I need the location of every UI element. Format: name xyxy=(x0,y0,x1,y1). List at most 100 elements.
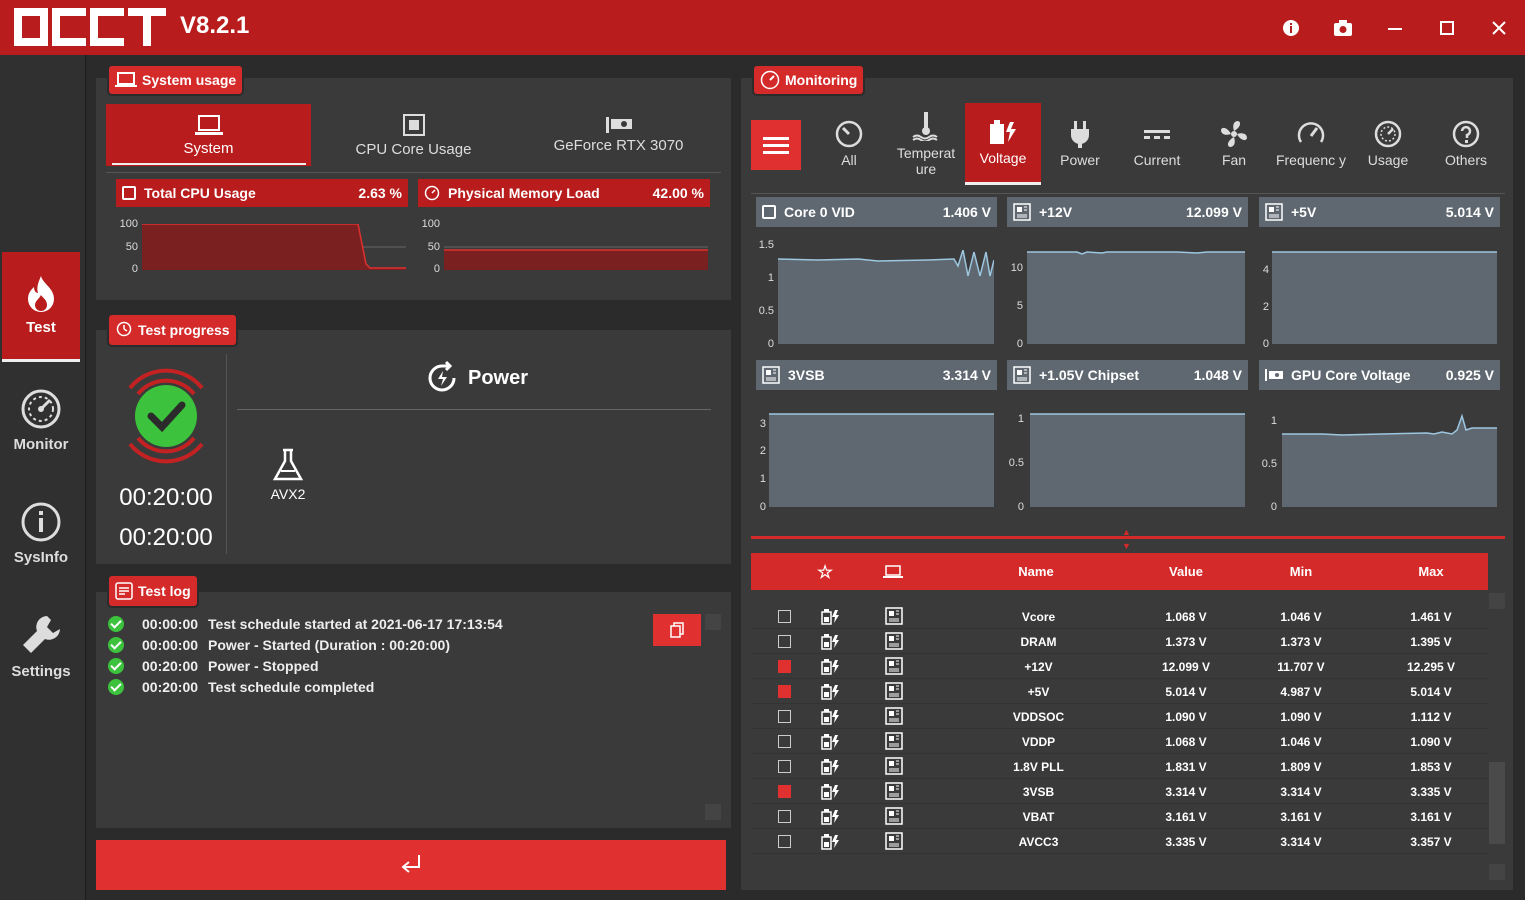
motherboard-icon xyxy=(1013,366,1031,384)
laptop-icon xyxy=(115,72,137,87)
table-row[interactable]: VBAT 3.161 V 3.161 V 3.161 V xyxy=(751,804,1488,829)
gauge-icon xyxy=(21,389,61,428)
sidebar-item-monitor[interactable]: Monitor xyxy=(2,365,80,475)
tab-label: Usage xyxy=(1367,151,1409,168)
tab-voltage[interactable]: Voltage xyxy=(965,103,1041,185)
table-row[interactable]: 3VSB 3.314 V 3.314 V 3.335 V xyxy=(751,779,1488,804)
divider xyxy=(751,193,1505,194)
timer-icon xyxy=(116,321,132,337)
battery-bolt-icon xyxy=(821,659,839,675)
gauge-icon xyxy=(760,70,780,90)
tab-frequency[interactable]: Frequenc y xyxy=(1273,103,1349,185)
scroll-down-button[interactable] xyxy=(1489,864,1505,880)
hamburger-menu-button[interactable] xyxy=(751,120,801,170)
sensor-max: 1.090 V xyxy=(1410,735,1452,749)
table-row[interactable]: VDDP 1.068 V 1.046 V 1.090 V xyxy=(751,729,1488,754)
row-checkbox[interactable] xyxy=(778,660,791,673)
scrollbar-thumb[interactable] xyxy=(1489,762,1505,844)
axis-tick: 0.5 xyxy=(1261,458,1277,470)
row-checkbox[interactable] xyxy=(778,685,791,698)
table-row[interactable]: AVCC3 3.335 V 3.314 V 3.357 V xyxy=(751,829,1488,854)
gauge-icon xyxy=(835,120,863,148)
row-checkbox[interactable] xyxy=(778,810,791,823)
tab-cpu-core-usage[interactable]: CPU Core Usage xyxy=(311,104,516,166)
scroll-up-button[interactable] xyxy=(1489,593,1505,609)
close-icon[interactable] xyxy=(1487,16,1511,40)
motherboard-icon xyxy=(885,757,903,775)
tab-others[interactable]: Others xyxy=(1428,103,1504,185)
row-checkbox[interactable] xyxy=(778,710,791,723)
table-row[interactable]: +12V 12.099 V 11.707 V 12.295 V xyxy=(751,654,1488,679)
plug-icon xyxy=(1071,120,1089,148)
column-name[interactable]: Name xyxy=(991,564,1081,579)
row-checkbox[interactable] xyxy=(778,610,791,623)
axis-tick: 0 xyxy=(1017,501,1024,513)
sensor-value: 3.314 V xyxy=(1165,785,1207,799)
column-max[interactable]: Max xyxy=(1386,564,1476,579)
tab-gpu[interactable]: GeForce RTX 3070 xyxy=(516,104,721,166)
test-log-tag: Test log xyxy=(109,576,197,606)
copy-log-button[interactable] xyxy=(653,614,701,646)
tab-label: Frequenc y xyxy=(1275,151,1347,168)
table-row[interactable]: 1.8V PLL 1.831 V 1.809 V 1.853 V xyxy=(751,754,1488,779)
info-icon[interactable] xyxy=(1279,16,1303,40)
sensor-min: 1.809 V xyxy=(1280,760,1322,774)
axis-tick: 0.5 xyxy=(758,305,774,317)
column-min[interactable]: Min xyxy=(1256,564,1346,579)
tab-label: System xyxy=(183,139,234,157)
motherboard-icon xyxy=(1013,203,1031,221)
battery-bolt-icon xyxy=(821,784,839,800)
sensor-value: 3.161 V xyxy=(1165,810,1207,824)
column-value[interactable]: Value xyxy=(1141,564,1231,579)
tab-system[interactable]: System xyxy=(106,104,311,166)
axis-tick: 0 xyxy=(131,263,138,275)
plus12v-chart xyxy=(1027,251,1245,344)
cpu-icon xyxy=(122,186,136,200)
row-checkbox[interactable] xyxy=(778,760,791,773)
system-usage-tag: System usage xyxy=(109,66,243,94)
battery-bolt-icon xyxy=(821,834,839,850)
row-checkbox[interactable] xyxy=(778,635,791,648)
sensor-max: 12.295 V xyxy=(1406,660,1456,674)
sidebar-item-settings[interactable]: Settings xyxy=(2,591,80,701)
scroll-up-button[interactable] xyxy=(705,614,721,630)
table-row[interactable]: Vcore 1.068 V 1.046 V 1.461 V xyxy=(751,604,1488,629)
row-checkbox[interactable] xyxy=(778,735,791,748)
tab-temperature[interactable]: Temperat ure xyxy=(888,103,964,185)
table-row[interactable]: DRAM 1.373 V 1.373 V 1.395 V xyxy=(751,629,1488,654)
tab-power[interactable]: Power xyxy=(1042,103,1118,185)
axis-tick: 1 xyxy=(767,272,774,284)
row-checkbox[interactable] xyxy=(778,785,791,798)
enter-arrow-icon xyxy=(401,855,420,873)
motherboard-icon xyxy=(885,732,903,750)
sensor-min: 4.987 V xyxy=(1280,685,1322,699)
battery-bolt-icon xyxy=(821,734,839,750)
sidebar-item-sysinfo[interactable]: SysInfo xyxy=(2,478,80,588)
chart-header: +12V 12.099 V xyxy=(1007,197,1248,227)
minimize-icon[interactable] xyxy=(1383,16,1407,40)
sensor-value: 1.068 V xyxy=(1165,610,1207,624)
tab-current[interactable]: Current xyxy=(1119,103,1195,185)
sensor-value: 1.373 V xyxy=(1165,635,1207,649)
table-row[interactable]: +5V 5.014 V 4.987 V 5.014 V xyxy=(751,679,1488,704)
sensor-name: 1.8V PLL xyxy=(1013,760,1064,774)
chart-header: +1.05V Chipset 1.048 V xyxy=(1007,360,1248,390)
star-icon[interactable]: ☆ xyxy=(817,562,833,583)
return-button[interactable] xyxy=(96,840,726,890)
sensor-max: 3.357 V xyxy=(1410,835,1452,849)
row-checkbox[interactable] xyxy=(778,835,791,848)
sensor-name: AVCC3 xyxy=(1018,835,1059,849)
flame-icon xyxy=(28,276,54,312)
sidebar-item-test[interactable]: Test xyxy=(2,252,80,362)
menu-icon xyxy=(763,137,789,154)
gpu-core-voltage-chart xyxy=(1282,413,1497,507)
table-row[interactable]: VDDSOC 1.090 V 1.090 V 1.112 V xyxy=(751,704,1488,729)
laptop-icon[interactable] xyxy=(883,565,903,579)
scroll-down-button[interactable] xyxy=(705,804,721,820)
tab-usage[interactable]: Usage xyxy=(1350,103,1426,185)
camera-icon[interactable] xyxy=(1331,16,1355,40)
sensor-name: 3VSB xyxy=(1022,785,1055,799)
maximize-icon[interactable] xyxy=(1435,16,1459,40)
tab-fan[interactable]: Fan xyxy=(1196,103,1272,185)
tab-all[interactable]: All xyxy=(811,103,887,185)
